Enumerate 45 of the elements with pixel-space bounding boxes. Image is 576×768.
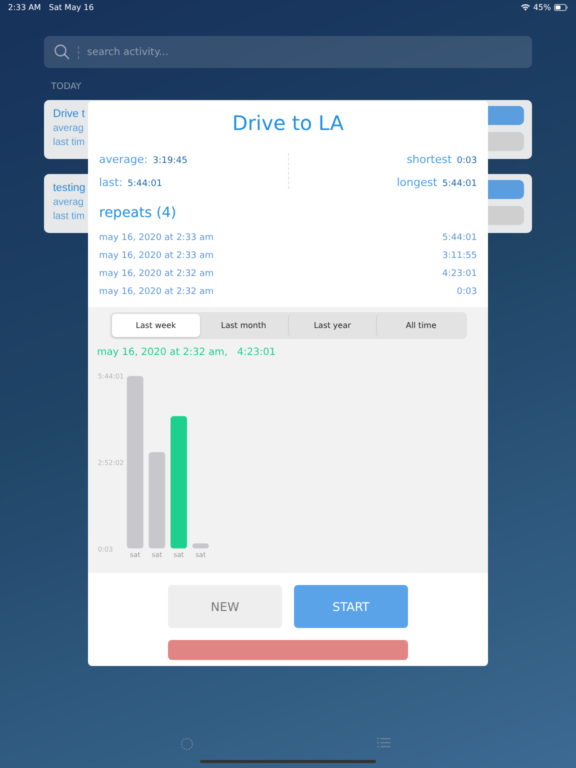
repeat-date: may 16, 2020 at 2:33 am <box>99 233 214 243</box>
stat-label: shortest <box>406 153 452 166</box>
modal-title: Drive to LA <box>231 111 345 135</box>
range-tab[interactable]: All time <box>376 314 465 338</box>
status-time: 2:33 AM <box>8 2 41 12</box>
range-tab[interactable]: Last year <box>288 314 376 338</box>
list-icon[interactable] <box>377 737 391 749</box>
selected-entry: may 16, 2020 at 2:32 am, 4:23:01 <box>97 347 277 358</box>
repeat-duration: 4:23:01 <box>442 269 477 279</box>
stat-value: 0:03 <box>456 156 477 166</box>
range-tab[interactable]: Last week <box>112 314 200 338</box>
range-tab[interactable]: Last month <box>200 314 288 338</box>
battery-icon <box>554 4 568 10</box>
section-label: TODAY <box>51 82 82 92</box>
repeat-duration: 5:44:01 <box>442 233 477 243</box>
search-field[interactable]: search activity... <box>44 36 532 68</box>
stat-value: 3:19:45 <box>152 156 188 166</box>
chart-bar[interactable] <box>148 452 166 549</box>
search-icon <box>54 44 70 60</box>
battery-percent: 45% <box>533 2 551 12</box>
chart-bar[interactable] <box>170 416 188 549</box>
status-date: Sat May 16 <box>48 2 94 12</box>
repeat-date: may 16, 2020 at 2:33 am <box>99 251 214 261</box>
stat-label: average: <box>99 153 148 166</box>
new-button[interactable]: NEW <box>168 585 282 628</box>
activity-title: Drive t <box>53 108 85 120</box>
repeat-duration: 0:03 <box>456 287 477 297</box>
activity-title: testing <box>53 182 86 194</box>
stat-value: 5:44:01 <box>128 179 162 189</box>
activity-detail: last tim <box>53 211 86 222</box>
wifi-icon <box>521 4 530 10</box>
chart-bar[interactable] <box>192 544 209 549</box>
repeat-date: may 16, 2020 at 2:32 am <box>99 269 214 279</box>
search-input[interactable]: search activity... <box>78 46 522 58</box>
loader-icon[interactable] <box>180 737 194 751</box>
repeat-date: may 16, 2020 at 2:32 am <box>99 287 214 297</box>
chart-bar[interactable] <box>126 376 144 549</box>
stat-label: last: <box>99 176 123 189</box>
activity-detail: averag <box>53 123 85 134</box>
stat-label: longest <box>396 176 438 189</box>
activity-detail: averag <box>53 197 85 208</box>
stat-value: 5:44:01 <box>442 179 477 189</box>
repeats-heading: repeats (4) <box>99 205 178 221</box>
repeat-duration: 3:11:55 <box>442 251 477 261</box>
activity-detail: last tim <box>53 137 85 148</box>
